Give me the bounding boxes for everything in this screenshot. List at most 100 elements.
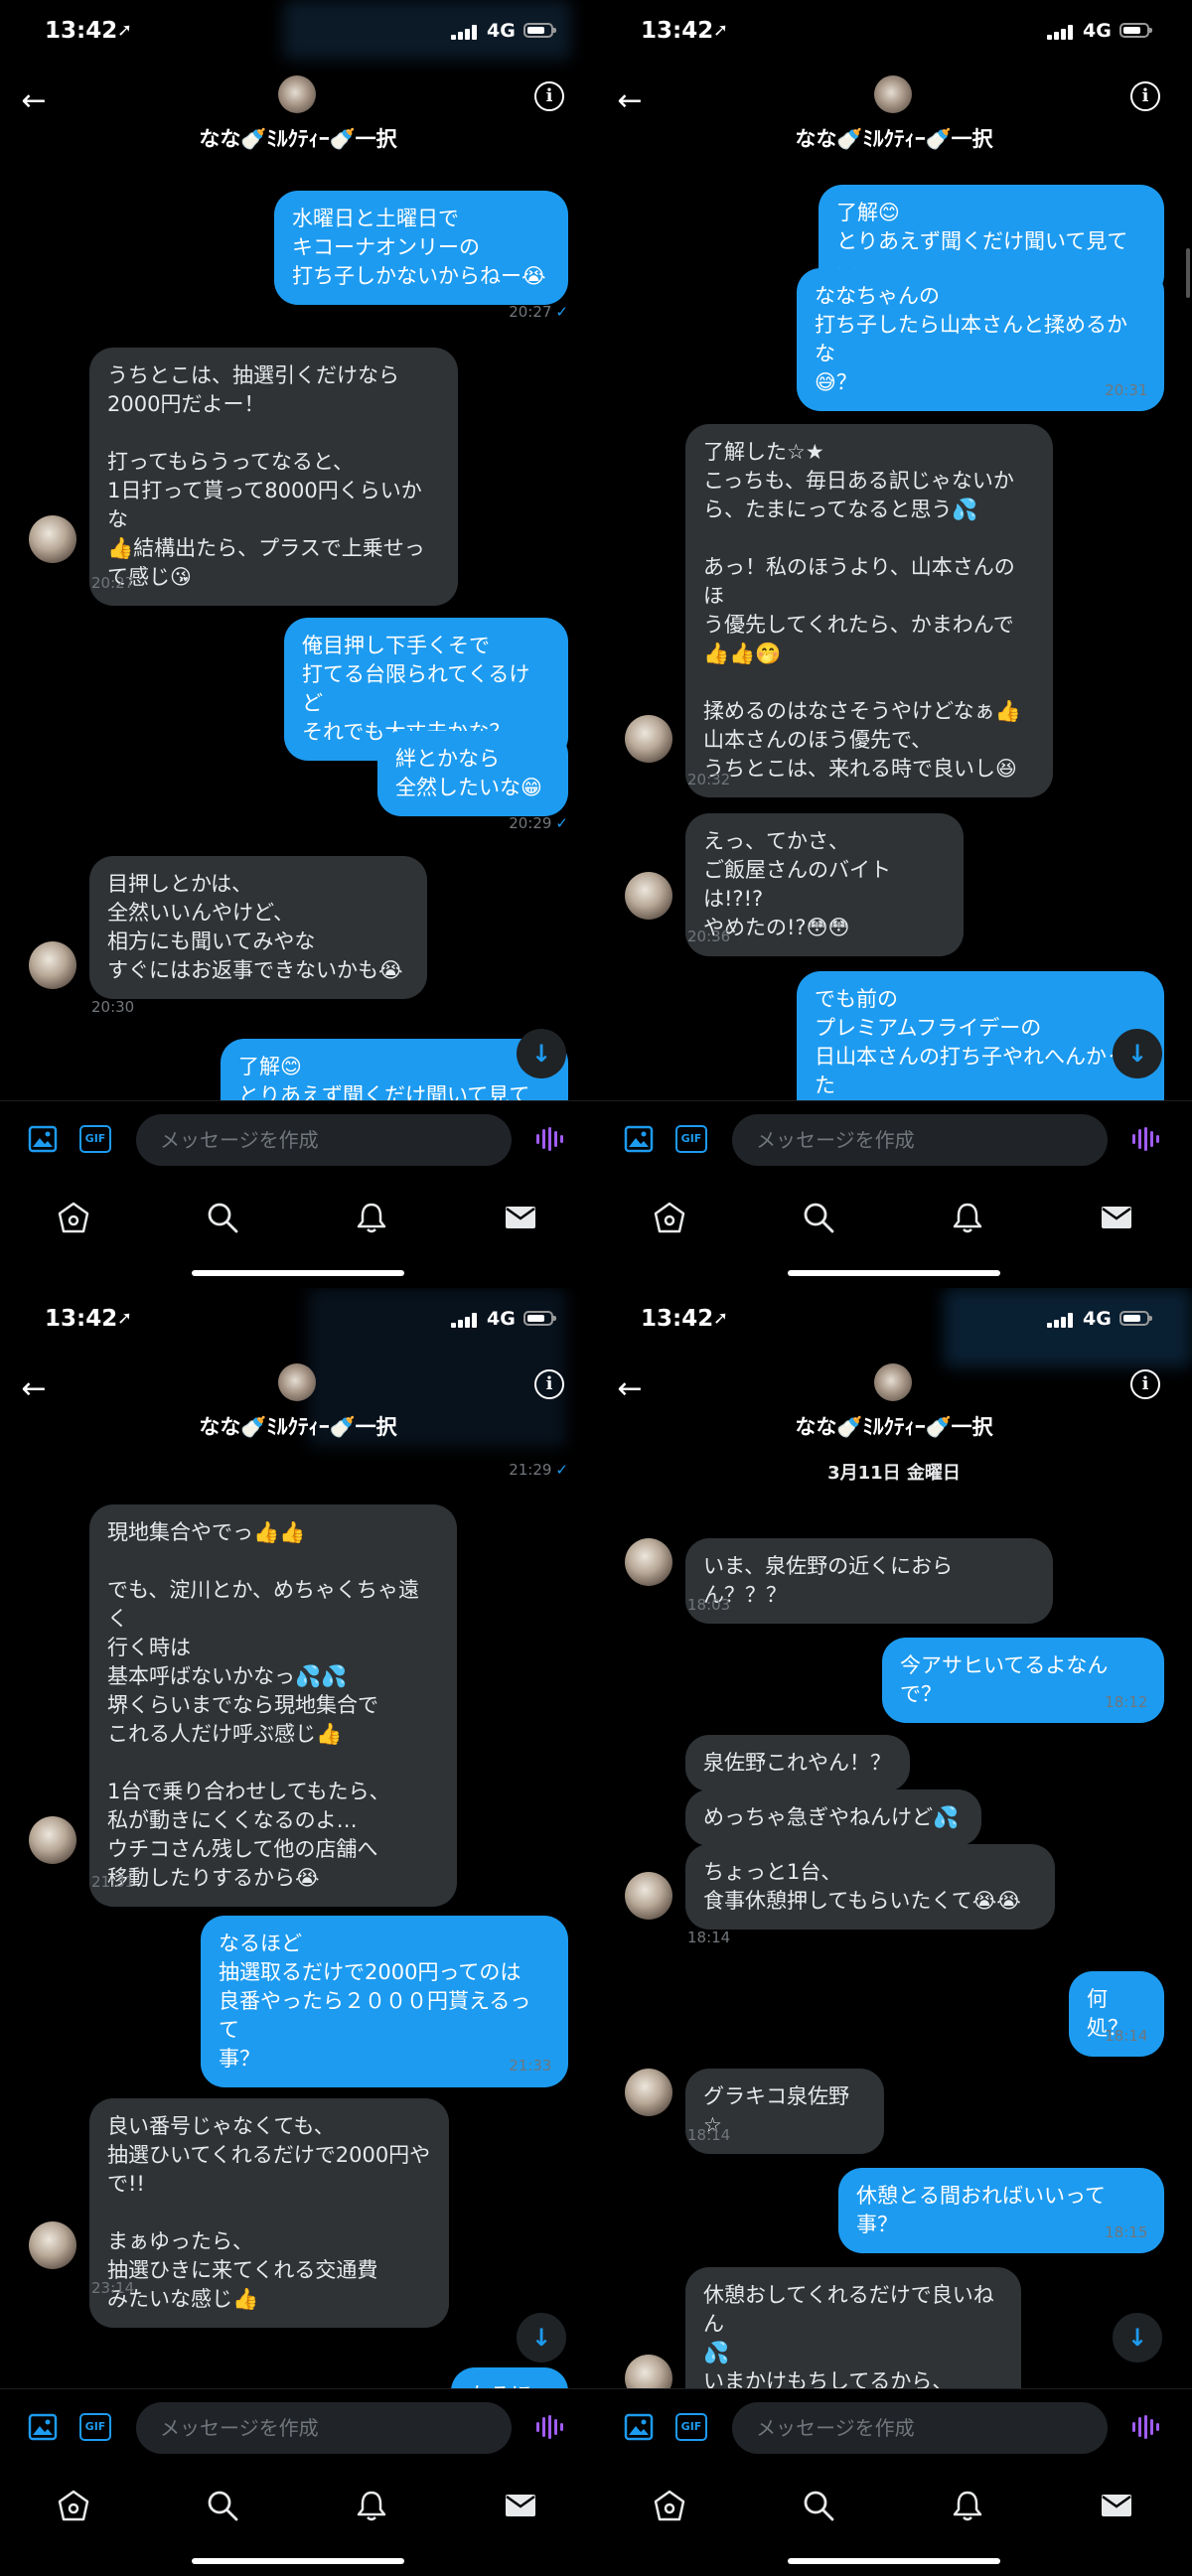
message-bubble[interactable]: なるほど — [451, 2367, 568, 2388]
info-icon[interactable]: i — [534, 1369, 564, 1399]
home-icon[interactable] — [56, 2488, 91, 2523]
message-list[interactable]: 水曜日と土曜日で キコーナオンリーの 打ち子しかないからねー😭 20:27 ✓ う… — [0, 163, 596, 1100]
avatar[interactable] — [29, 941, 76, 989]
arrow-down-icon[interactable]: ↓ — [1113, 2313, 1162, 2362]
message-input[interactable]: メッセージを作成 — [732, 2402, 1108, 2454]
status-bar: 13:42 ➚ 4G — [596, 1288, 1192, 1367]
message-input[interactable]: メッセージを作成 — [732, 1114, 1108, 1166]
conversation-header: ← なな🍼ﾐﾙｸﾃｨｰ🍼一択 i — [596, 1352, 1192, 1451]
message-bubble[interactable]: 休憩おしてくれるだけで良いねん 💦 いまかけもちしてるから、 ダッシュで来てもら… — [685, 2267, 1021, 2388]
avatar[interactable] — [278, 75, 316, 113]
back-arrow-icon[interactable]: ← — [16, 1371, 52, 1407]
envelope-icon[interactable] — [503, 1200, 538, 1235]
tab-bar — [0, 1182, 596, 1261]
info-icon[interactable]: i — [534, 81, 564, 111]
back-arrow-icon[interactable]: ← — [612, 1371, 648, 1407]
envelope-icon[interactable] — [503, 2488, 538, 2523]
image-icon[interactable] — [28, 2413, 58, 2441]
clock: 13:42 — [641, 18, 714, 44]
voice-icon[interactable] — [1132, 2415, 1162, 2439]
message-input[interactable]: メッセージを作成 — [136, 2402, 512, 2454]
avatar[interactable] — [29, 2221, 76, 2269]
home-indicator — [788, 1270, 1000, 1276]
clock: 13:42 — [45, 1306, 118, 1332]
message-bubble[interactable]: 目押しとかは、 全然いいんやけど、 相方にも聞いてみやな すぐにはお返事できない… — [89, 856, 427, 999]
read-check-icon: ✓ — [555, 2057, 568, 2075]
signal-icon — [1047, 1312, 1077, 1328]
arrow-down-icon[interactable]: ↓ — [517, 1029, 566, 1078]
voice-icon[interactable] — [536, 1127, 566, 1151]
voice-icon[interactable] — [1132, 1127, 1162, 1151]
message-list[interactable]: 3月11日 金曜日 いま、泉佐野の近くにおらん？？？ 18:03 今アサヒいてる… — [596, 1451, 1192, 2388]
search-icon[interactable] — [801, 2488, 836, 2523]
bell-icon[interactable] — [354, 1200, 389, 1235]
message-time: 18:15 ✓ — [1105, 2223, 1164, 2241]
message-bubble[interactable]: 了解した☆★ こっちも、毎日ある訳じゃないか ら、たまにってなると思う💦 あっ！… — [685, 424, 1053, 797]
location-arrow-icon: ➚ — [117, 1308, 133, 1329]
avatar[interactable] — [278, 1363, 316, 1401]
home-indicator — [192, 1270, 404, 1276]
message-bubble[interactable]: 現地集合やでっ👍👍 でも、淀川とか、めちゃくちゃ遠く 行く時は 基本呼ばないかな… — [89, 1504, 457, 1907]
search-icon[interactable] — [205, 1200, 240, 1235]
home-icon[interactable] — [56, 1200, 91, 1235]
message-time: 18:03 — [687, 1596, 731, 1614]
bell-icon[interactable] — [354, 2488, 389, 2523]
info-icon[interactable]: i — [1130, 1369, 1160, 1399]
arrow-down-icon[interactable]: ↓ — [1113, 1029, 1162, 1078]
message-input[interactable]: メッセージを作成 — [136, 1114, 512, 1166]
envelope-icon[interactable] — [1099, 1200, 1134, 1235]
back-arrow-icon[interactable]: ← — [612, 83, 648, 119]
gif-icon[interactable]: GIF — [79, 2413, 111, 2441]
avatar[interactable] — [29, 515, 76, 563]
message-bubble[interactable]: でも前の プレミアムフライデーの 日山本さんの打ち子やれへんかった 時 — [797, 971, 1164, 1100]
avatar[interactable] — [625, 2355, 672, 2388]
message-bubble[interactable]: 良い番号じゃなくても、 抽選ひいてくれるだけで2000円や で!! まぁゆったら… — [89, 2098, 449, 2328]
search-icon[interactable] — [801, 1200, 836, 1235]
back-arrow-icon[interactable]: ← — [16, 83, 52, 119]
gif-icon[interactable]: GIF — [675, 2413, 707, 2441]
chat-panel-3: 13:42 ➚ 4G ← なな🍼ﾐﾙｸﾃｨｰ🍼一択 i 21:29 ✓ 現地集合や… — [0, 1288, 596, 2576]
gif-icon[interactable]: GIF — [675, 1125, 707, 1153]
battery-icon — [523, 23, 556, 38]
chat-panel-2: 13:42 ➚ 4G ← なな🍼ﾐﾙｸﾃｨｰ🍼一択 i 了解😊 とりあえず聞くだ… — [596, 0, 1192, 1288]
message-bubble[interactable]: ちょっと1台、 食事休憩押してもらいたくて😭😭 — [685, 1844, 1055, 1930]
image-icon[interactable] — [28, 1125, 58, 1153]
avatar[interactable] — [874, 1363, 912, 1401]
message-bubble[interactable]: 絆とかなら 全然したいな😁 — [377, 731, 568, 816]
search-icon[interactable] — [205, 2488, 240, 2523]
avatar[interactable] — [625, 1538, 672, 1586]
bell-icon[interactable] — [950, 2488, 985, 2523]
message-bubble[interactable]: うちとこは、抽選引くだけなら 2000円だよー！ 打ってもらうってなると、 1日… — [89, 348, 458, 606]
read-check-icon: ✓ — [1151, 2223, 1164, 2241]
avatar[interactable] — [29, 1816, 76, 1864]
envelope-icon[interactable] — [1099, 2488, 1134, 2523]
message-time: 18:14 — [687, 1929, 731, 1946]
image-icon[interactable] — [624, 1125, 654, 1153]
home-icon[interactable] — [652, 2488, 687, 2523]
voice-icon[interactable] — [536, 2415, 566, 2439]
avatar[interactable] — [625, 872, 672, 920]
clock: 13:42 — [641, 1306, 714, 1332]
gif-icon[interactable]: GIF — [79, 1125, 111, 1153]
message-list[interactable]: 21:29 ✓ 現地集合やでっ👍👍 でも、淀川とか、めちゃくちゃ遠く 行く時は 基… — [0, 1451, 596, 2388]
avatar[interactable] — [625, 2069, 672, 2116]
avatar[interactable] — [874, 75, 912, 113]
message-list[interactable]: 了解😊 とりあえず聞くだけ聞いて見てー ななちゃんの 打ち子したら山本さんと揉め… — [596, 163, 1192, 1100]
read-check-icon: ✓ — [555, 814, 568, 832]
bell-icon[interactable] — [950, 1200, 985, 1235]
chat-panel-4: 13:42 ➚ 4G ← なな🍼ﾐﾙｸﾃｨｰ🍼一択 i 3月11日 金曜日 いま… — [596, 1288, 1192, 2576]
message-bubble[interactable]: めっちゃ急ぎやねんけど💦 — [685, 1789, 981, 1846]
message-bubble[interactable]: 水曜日と土曜日で キコーナオンリーの 打ち子しかないからねー😭 — [274, 191, 568, 305]
read-check-icon: ✓ — [1151, 2027, 1164, 2045]
arrow-down-icon[interactable]: ↓ — [517, 2313, 566, 2362]
message-bubble[interactable]: いま、泉佐野の近くにおらん？？？ — [685, 1538, 1053, 1624]
info-icon[interactable]: i — [1130, 81, 1160, 111]
image-icon[interactable] — [624, 2413, 654, 2441]
home-icon[interactable] — [652, 1200, 687, 1235]
message-bubble[interactable]: 泉佐野これやん！？ — [685, 1735, 910, 1791]
avatar[interactable] — [625, 715, 672, 763]
composer: GIF メッセージを作成 — [0, 1100, 596, 1181]
avatar[interactable] — [625, 1872, 672, 1920]
signal-icon — [451, 24, 481, 40]
status-bar: 13:42 ➚ 4G — [0, 1288, 596, 1447]
